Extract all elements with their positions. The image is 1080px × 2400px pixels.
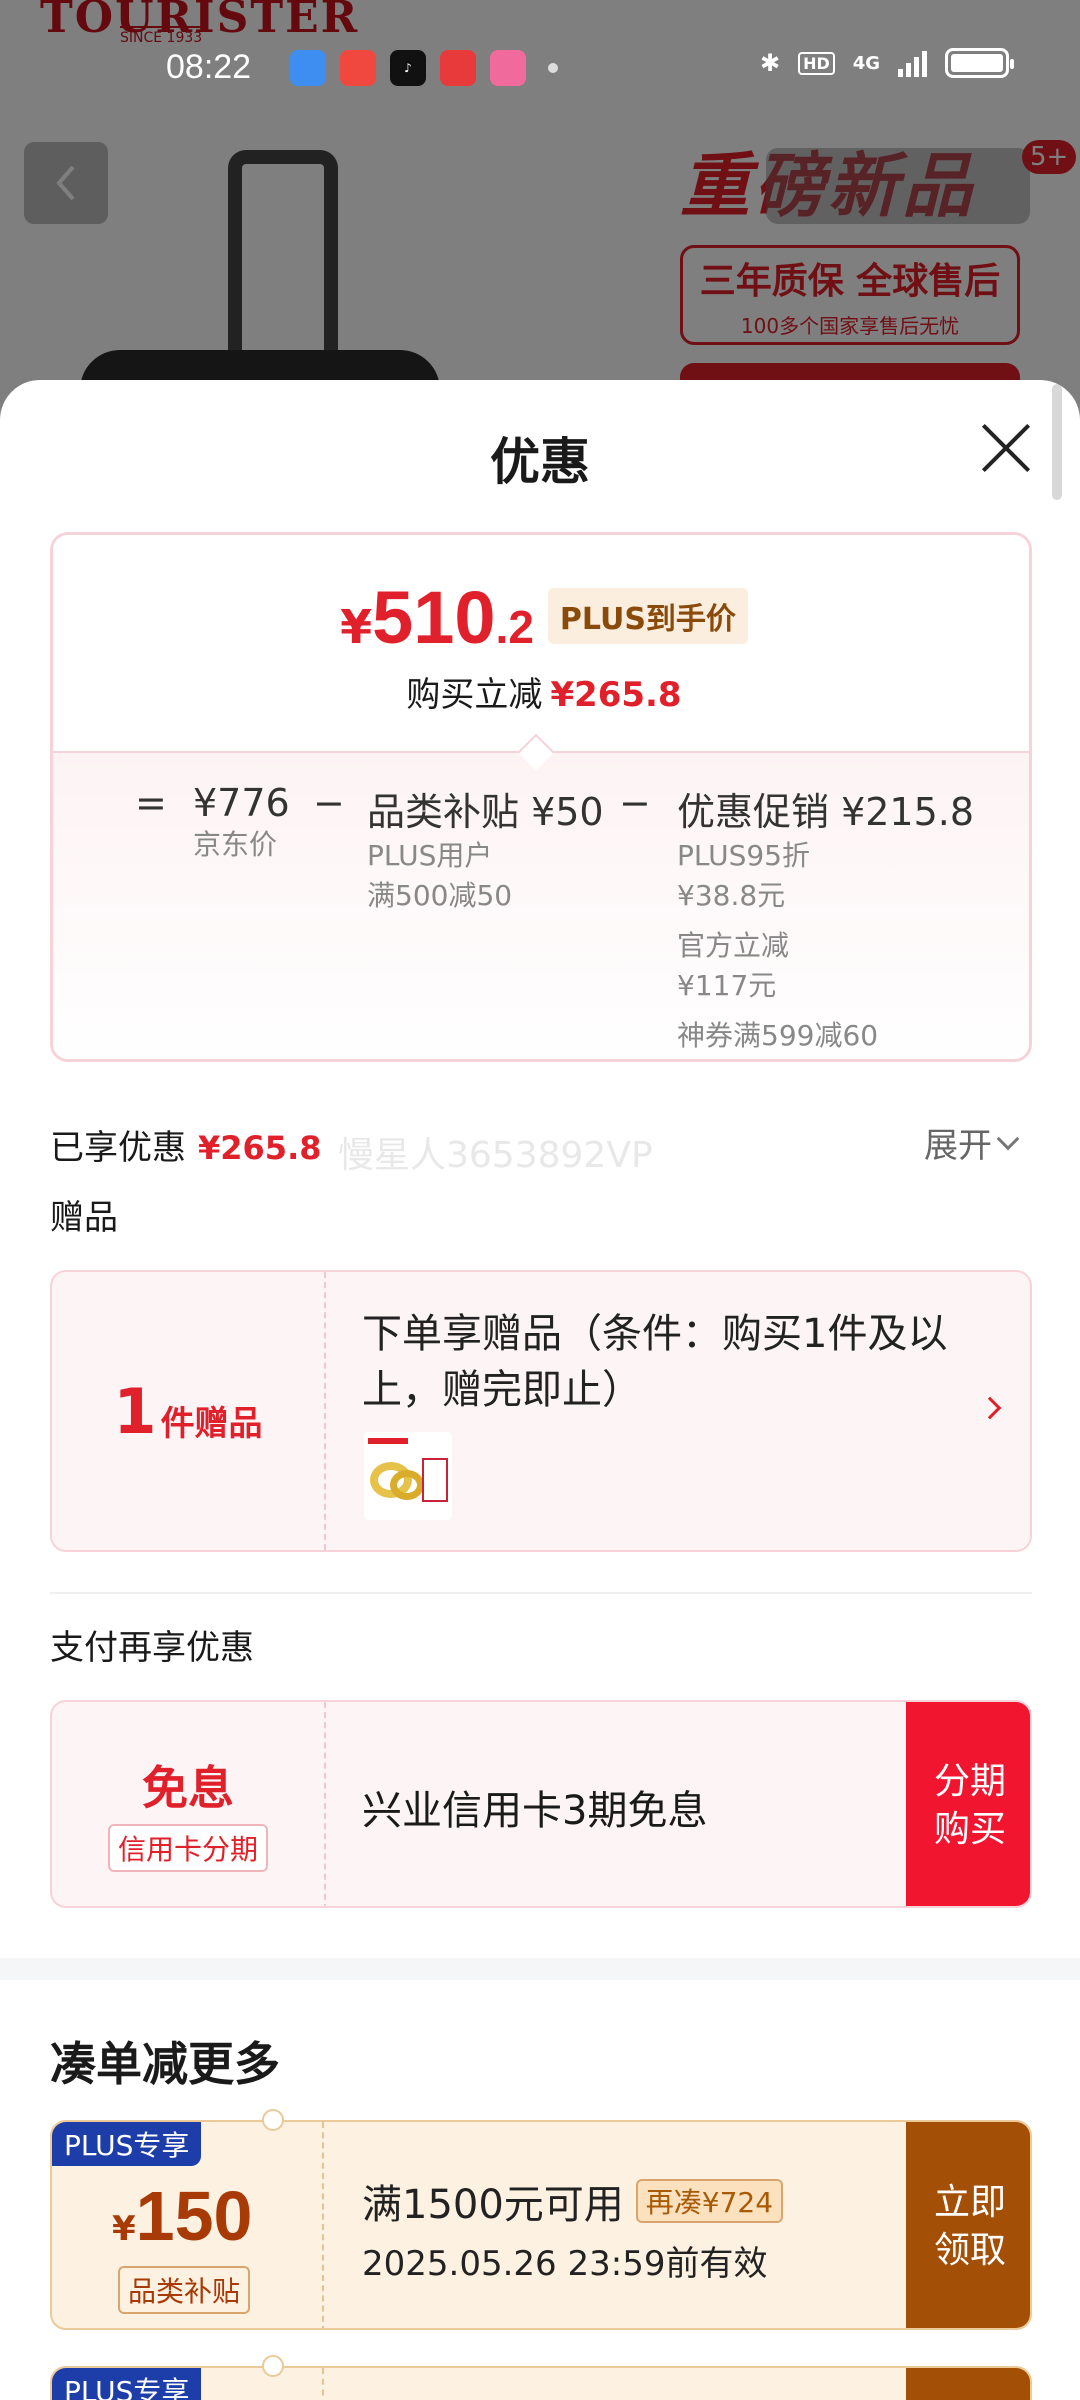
gift-card[interactable]: 1 件赠品 下单享赠品（条件：购买1件及以上，赠完即止） (50, 1270, 1032, 1552)
gift-section-label: 赠品 (50, 1198, 118, 1238)
status-bar: 08:22 ♪ ✱ HD 4G (0, 36, 1080, 100)
bilibili-app-icon (490, 50, 526, 86)
section-gap (0, 1958, 1080, 1980)
coupon-notch (262, 2355, 284, 2377)
plus-exclusive-tag: PLUS专享 (52, 2122, 202, 2166)
jd-price-label: 京东价 (193, 828, 278, 861)
promotion-sub: 官方立减 (677, 929, 790, 962)
gift-description: 下单享赠品（条件：购买1件及以上，赠完即止） (362, 1311, 948, 1413)
category-subsidy: 品类补贴 ¥50 PLUS用户 满500减50 (367, 781, 604, 916)
price-currency: ¥ (340, 600, 373, 654)
price-breakdown-card: ¥ 510 .2 PLUS到手价 购买立减 ¥265.8 = ¥776 京东价 −… (50, 532, 1032, 1062)
watermark: 慢星人3653892VP (338, 1135, 653, 1176)
jd-price: ¥776 京东价 (193, 781, 290, 865)
add-more-tag: 再凑¥724 (635, 2179, 784, 2223)
reduce-amount: ¥265.8 (550, 675, 682, 715)
minus-sign: − (619, 781, 651, 825)
expand-button[interactable]: 展开 (924, 1118, 1020, 1167)
subsidy-value: 品类补贴 ¥50 (367, 790, 604, 834)
sheet-title: 优惠 (490, 433, 590, 491)
price-decimal: .2 (495, 601, 534, 653)
claim-coupon-button[interactable] (906, 2368, 1030, 2400)
installment-buy-button[interactable]: 分期购买 (906, 1702, 1030, 1906)
promotion-value: 优惠促销 ¥215.8 (677, 790, 975, 834)
gift-count: 1 件赠品 (52, 1272, 326, 1550)
close-icon[interactable] (978, 420, 1034, 476)
toutiao-app-icon (440, 50, 476, 86)
discount-sheet: 优惠 ¥ 510 .2 PLUS到手价 购买立减 ¥265.8 = ¥776 京东… (0, 380, 1080, 2400)
gift-count-unit: 件赠品 (160, 1403, 263, 1444)
battery-icon (945, 48, 1015, 78)
final-price: ¥ 510 .2 PLUS到手价 (53, 575, 1029, 660)
interest-free-label: 免息 (142, 1761, 234, 1815)
tiktok-app-icon: ♪ (390, 50, 426, 86)
payment-section-label: 支付再享优惠 (50, 1628, 254, 1668)
enjoyed-discount: 已享优惠 ¥265.8 (50, 1120, 321, 1169)
subsidy-sub1: PLUS用户 (367, 839, 493, 872)
network-type: 4G (852, 52, 881, 74)
expand-label: 展开 (924, 1126, 992, 1166)
promotion-sub: 神券满599减60 (677, 1019, 879, 1052)
reduce-label: 购买立减 (406, 675, 543, 715)
claim-coupon-button[interactable]: 立即领取 (906, 2122, 1030, 2328)
plus-price-tag: PLUS到手价 (547, 588, 748, 644)
installment-buy-label: 分期购买 (933, 1761, 1006, 1850)
coupon-currency: ¥ (112, 2209, 136, 2249)
equals-sign: = (135, 781, 167, 825)
bluetooth-icon: ✱ (760, 49, 781, 77)
promotion-sub: PLUS95折 (677, 839, 810, 872)
enjoyed-label: 已享优惠 (50, 1128, 186, 1168)
payment-offer-card: 免息 信用卡分期 兴业信用卡3期免息 分期购买 (50, 1700, 1032, 1908)
plus-exclusive-tag: PLUS专享 (52, 2368, 202, 2400)
promotion-discount: 优惠促销 ¥215.8 PLUS95折 ¥38.8元 官方立减 ¥117元 神券… (677, 781, 974, 1056)
payment-offer-text: 兴业信用卡3期免息 (362, 1788, 708, 1834)
jd-price-value: ¥776 (193, 781, 290, 825)
gift-thumbnail[interactable] (364, 1432, 452, 1520)
status-time: 08:22 (166, 48, 252, 86)
divider (50, 1592, 1032, 1594)
claim-coupon-label: 立即领取 (933, 2182, 1006, 2271)
add-on-section-title: 凑单减更多 (50, 2037, 280, 2091)
chevron-down-icon (996, 1127, 1020, 1150)
coupon-condition: 满1500元可用 再凑¥724 (362, 2172, 784, 2230)
promotion-sub: ¥117元 (677, 969, 777, 1002)
credit-card-installment-tag: 信用卡分期 (107, 1824, 268, 1872)
minus-sign: − (313, 781, 345, 825)
coupon-card: ¥150 品类补贴 PLUS专享 满1500元可用 再凑¥724 2025.05… (50, 2120, 1032, 2330)
gift-count-number: 1 (113, 1374, 157, 1448)
coupon-amount: ¥150 (112, 2176, 252, 2256)
chevron-right-icon (978, 1396, 1002, 1420)
more-notifications-dot (548, 63, 558, 73)
coupon-card: PLUS专享 (50, 2366, 1032, 2400)
subsidy-sub2: 满500减50 (367, 879, 513, 912)
coupon-condition-text: 满1500元可用 (362, 2182, 624, 2228)
hd-icon: HD (798, 51, 835, 75)
enjoyed-amount: ¥265.8 (198, 1129, 322, 1167)
pinduoduo-app-icon (340, 50, 376, 86)
promotion-sub: ¥38.8元 (677, 879, 786, 912)
coupon-value: 150 (135, 2177, 253, 2255)
coupon-notch (262, 2109, 284, 2131)
signal-icon (898, 49, 928, 77)
coupon-expiry: 2025.05.26 23:59前有效 (362, 2244, 768, 2284)
reader-app-icon (290, 50, 326, 86)
instant-reduce: 购买立减 ¥265.8 (53, 667, 1029, 716)
coupon-category: 品类补贴 (118, 2266, 251, 2314)
price-integer: 510 (372, 576, 496, 659)
